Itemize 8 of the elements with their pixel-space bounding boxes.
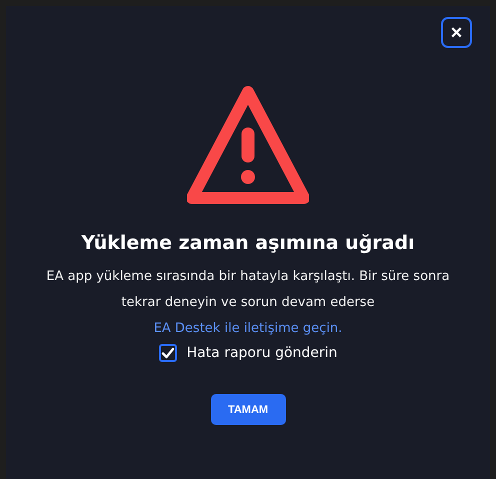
ok-button[interactable]: TAMAM: [210, 394, 286, 425]
checkbox[interactable]: [158, 344, 177, 362]
close-button[interactable]: ×: [441, 17, 472, 48]
warning-icon: [187, 84, 309, 206]
checkbox-label: Hata raporu gönderin: [186, 345, 338, 361]
dialog-title: Yükleme zaman aşımına uğradı: [81, 232, 415, 254]
error-message: EA app yükleme sırasında bir hatayla karşılaştı. Bir süre sonra tekrar deneyin ve sorun devam ederse EA Destek ile iletişime geçin.: [45, 268, 451, 338]
support-link[interactable]: EA Destek ile iletişime geçin.: [154, 321, 342, 336]
